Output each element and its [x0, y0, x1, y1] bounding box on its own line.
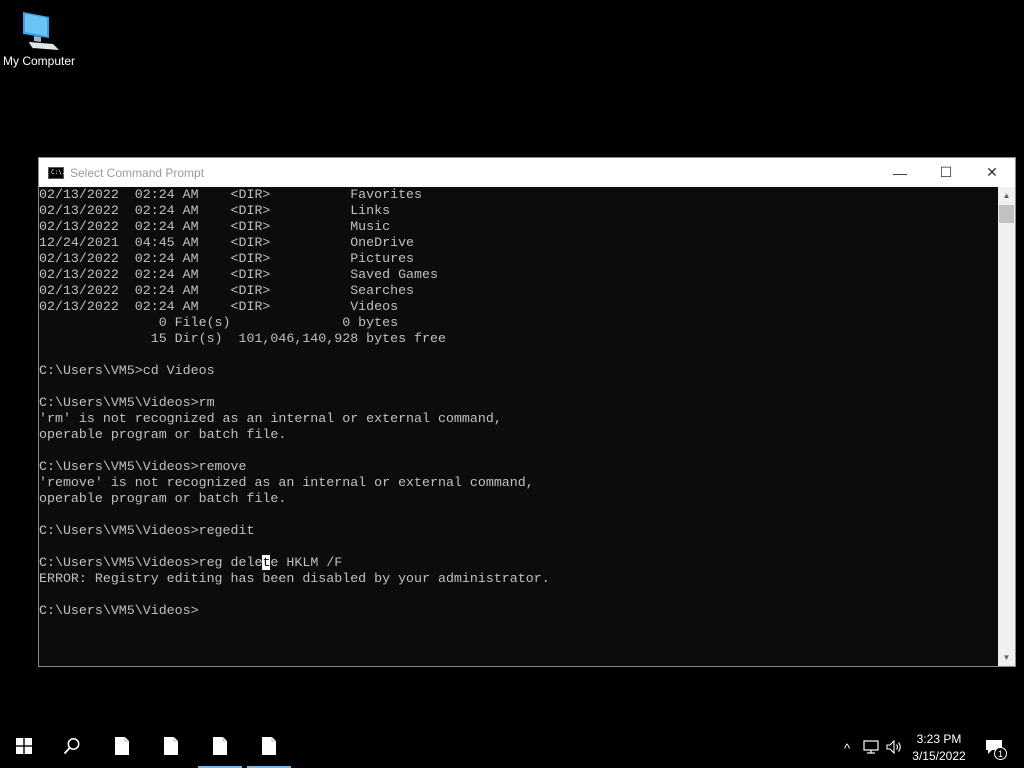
console-line: C:\Users\VM5\Videos>remove [39, 459, 247, 474]
console-line: operable program or batch file. [39, 491, 287, 506]
console-line: C:\Users\VM5\Videos>rm [39, 395, 215, 410]
close-button[interactable]: ✕ [969, 158, 1015, 187]
console-line: 0 File(s) 0 bytes [39, 315, 399, 330]
close-icon: ✕ [986, 164, 998, 180]
document-icon [261, 736, 277, 761]
taskbar-app-button[interactable] [147, 728, 195, 768]
search-button[interactable] [48, 728, 96, 768]
document-icon [163, 736, 179, 761]
volume-button[interactable] [884, 728, 906, 768]
notification-icon: 1 [985, 739, 1007, 760]
console-line: 02/13/2022 02:24 AM <DIR> Saved Games [39, 267, 438, 282]
console-line: C:\Users\VM5\Videos>regedit [39, 523, 255, 538]
chevron-up-icon: ^ [843, 740, 851, 756]
maximize-button[interactable]: ☐ [923, 158, 969, 187]
computer-icon [17, 8, 61, 52]
clock[interactable]: 3:23 PM 3/15/2022 [904, 731, 974, 765]
console-line: 15 Dir(s) 101,046,140,928 bytes free [39, 331, 446, 346]
desktop-icon-label: My Computer [2, 54, 76, 68]
document-icon [212, 736, 228, 761]
selection-cursor: t [262, 555, 271, 570]
network-button[interactable] [860, 728, 882, 768]
taskbar: ^ 3:23 PM 3/15/2022 1 [0, 728, 1024, 768]
desktop-icon-my-computer[interactable]: My Computer [0, 8, 78, 78]
console-line: C:\Users\VM5\Videos>reg delete HKLM /F [39, 555, 343, 570]
scroll-up-icon[interactable]: ▲ [998, 187, 1015, 204]
console-line: operable program or batch file. [39, 427, 287, 442]
clock-time: 3:23 PM [916, 732, 962, 746]
minimize-icon: — [893, 164, 907, 181]
minimize-button[interactable]: — [877, 158, 923, 187]
search-icon [63, 737, 81, 760]
console-text: 02/13/2022 02:24 AM <DIR> Favorites 02/13… [39, 187, 998, 619]
console-output[interactable]: 02/13/2022 02:24 AM <DIR> Favorites 02/13… [39, 187, 998, 666]
window-title: Select Command Prompt [70, 165, 205, 180]
network-icon [863, 739, 879, 757]
console-line: 02/13/2022 02:24 AM <DIR> Searches [39, 283, 415, 298]
clock-date: 3/15/2022 [912, 749, 966, 763]
console-line: ERROR: Registry editing has been disable… [39, 571, 550, 586]
scroll-down-icon[interactable]: ▼ [998, 649, 1015, 666]
volume-icon [886, 739, 904, 757]
notification-button[interactable]: 1 [980, 728, 1010, 768]
notification-badge: 1 [994, 747, 1007, 760]
console-line: 02/13/2022 02:24 AM <DIR> Music [39, 219, 391, 234]
vertical-scrollbar[interactable]: ▲ ▼ [998, 187, 1015, 666]
command-prompt-window[interactable]: C:\. Select Command Prompt — ☐ ✕ 02/13/2… [38, 157, 1016, 667]
title-bar[interactable]: C:\. Select Command Prompt — ☐ ✕ [39, 158, 1015, 187]
console-line: 02/13/2022 02:24 AM <DIR> Favorites [39, 187, 423, 202]
cmd-icon: C:\. [48, 166, 65, 179]
scrollbar-thumb[interactable] [999, 205, 1014, 223]
windows-start-icon [16, 737, 32, 759]
console-line: 12/24/2021 04:45 AM <DIR> OneDrive [39, 235, 415, 250]
console-line: C:\Users\VM5\Videos> [39, 603, 199, 618]
console-line: C:\Users\VM5>cd Videos [39, 363, 215, 378]
taskbar-app-button[interactable] [196, 728, 244, 768]
start-button[interactable] [0, 728, 48, 768]
console-line: 02/13/2022 02:24 AM <DIR> Pictures [39, 251, 415, 266]
taskbar-app-button[interactable] [98, 728, 146, 768]
console-line: 'rm' is not recognized as an internal or… [39, 411, 502, 426]
console-line: 'remove' is not recognized as an interna… [39, 475, 534, 490]
document-icon [114, 736, 130, 761]
taskbar-app-button[interactable] [245, 728, 293, 768]
tray-overflow-button[interactable]: ^ [836, 728, 858, 768]
maximize-icon: ☐ [939, 164, 953, 180]
console-line: 02/13/2022 02:24 AM <DIR> Videos [39, 299, 399, 314]
console-line: 02/13/2022 02:24 AM <DIR> Links [39, 203, 391, 218]
